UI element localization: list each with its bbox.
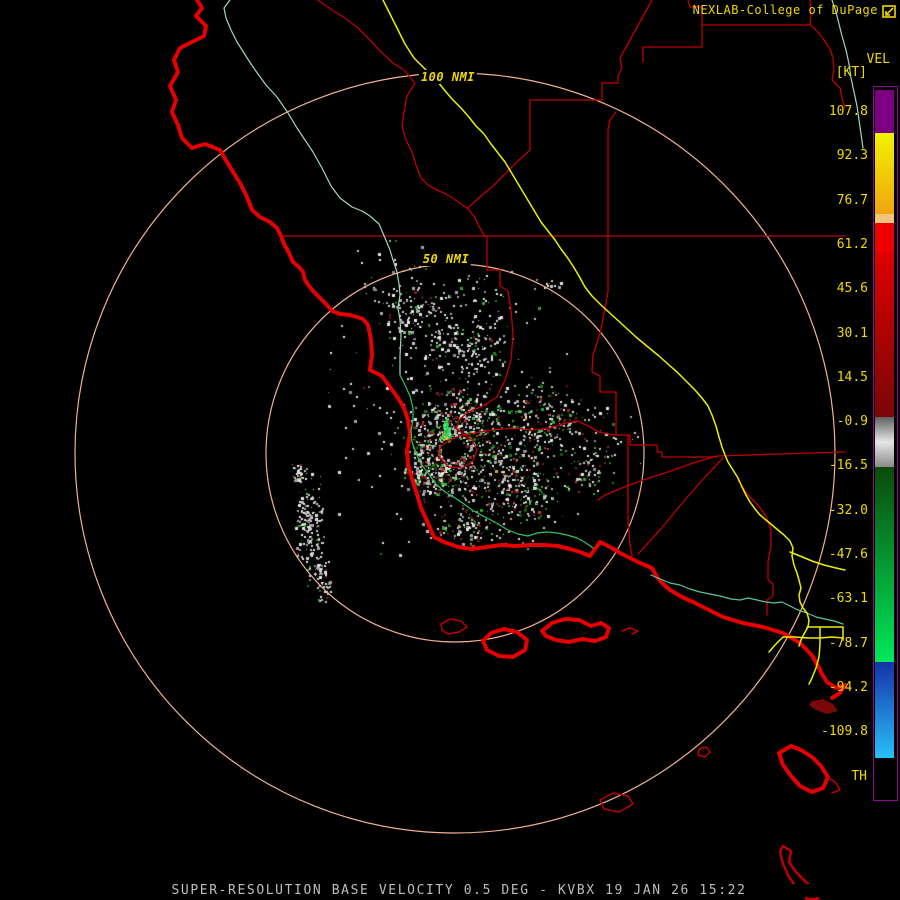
- county-line-santabarbara-ventura: [716, 451, 846, 457]
- county-line-kern-stair: [467, 0, 653, 209]
- threshold-label: TH: [851, 769, 867, 784]
- island-catalina: [777, 744, 830, 794]
- colorbar-segment: [875, 417, 894, 467]
- radar-display: NEXLAB-College of DuPage VEL [KT] 107.8 9…: [0, 0, 900, 900]
- product-caption: SUPER-RESOLUTION BASE VELOCITY 0.5 DEG -…: [0, 884, 900, 897]
- river-salinas: [223, 0, 402, 376]
- colorbar-segment: [875, 214, 894, 223]
- colorbar-tick-label: 45.6: [836, 281, 868, 297]
- colorbar-tick-label: 30.1: [836, 325, 868, 341]
- island-san-miguel: [440, 618, 468, 635]
- colorbar-title: VEL: [866, 52, 890, 67]
- county-line-ventura: [737, 479, 774, 616]
- coastline-california: [168, 0, 847, 700]
- island-santa-rosa: [481, 627, 529, 659]
- colorbar-units: [KT]: [835, 65, 867, 80]
- county-line-diagonal-shallow: [597, 455, 718, 501]
- county-line-vertical-628: [627, 435, 633, 557]
- colorbar-tick-label: -32.0: [828, 502, 868, 518]
- colorbar-tick-label: -47.6: [828, 547, 868, 562]
- range-ring-label-100nmi: 100 NMI: [418, 70, 478, 84]
- colorbar-segment: [875, 133, 894, 214]
- colorbar-segment: [875, 252, 894, 417]
- colorbar-segment: [875, 90, 894, 133]
- range-ring-100nmi: [74, 72, 836, 834]
- county-line-diagonal-steep: [637, 457, 724, 555]
- colorbar-segment: [875, 223, 894, 252]
- echo-patch-ventura: [809, 699, 838, 714]
- highway-branch-4: [768, 636, 784, 653]
- colorbar-tick-label: -109.8: [821, 724, 868, 740]
- island-catalina-tail: [827, 776, 841, 794]
- range-ring-label-50nmi: 50 NMI: [420, 252, 472, 266]
- colorbar-tick-label: -16.5: [828, 458, 868, 474]
- colorbar-tick-label: 76.7: [836, 192, 868, 208]
- velocity-colorbar: [873, 86, 898, 801]
- island-anacapa: [621, 627, 639, 635]
- brand-link[interactable]: NEXLAB-College of DuPage: [693, 4, 878, 16]
- window-popout-icon[interactable]: [882, 5, 896, 18]
- county-line-kern-vertical: [591, 111, 718, 458]
- county-line-topright-stair: [642, 24, 846, 109]
- colorbar-tick-label: 14.5: [836, 369, 868, 385]
- colorbar-tick-label: -0.9: [836, 414, 868, 430]
- colorbar-tick-label: -94.2: [828, 679, 868, 695]
- range-ring-50nmi: [265, 263, 645, 643]
- colorbar-tick-label: 92.3: [836, 148, 868, 164]
- island-santa-barbara: [697, 746, 711, 758]
- colorbar-segment: [875, 758, 894, 797]
- colorbar-segment: [875, 662, 894, 758]
- colorbar-tick-label: -63.1: [828, 591, 868, 607]
- colorbar-tick-label: -78.7: [828, 635, 868, 651]
- colorbar-tick-label: 61.2: [836, 236, 868, 252]
- island-santa-cruz: [540, 617, 611, 644]
- colorbar-segment: [875, 467, 894, 662]
- county-line-vandenberg-loop: [439, 235, 617, 469]
- colorbar-tick-label: 107.8: [828, 104, 868, 119]
- map-layer: [74, 0, 864, 900]
